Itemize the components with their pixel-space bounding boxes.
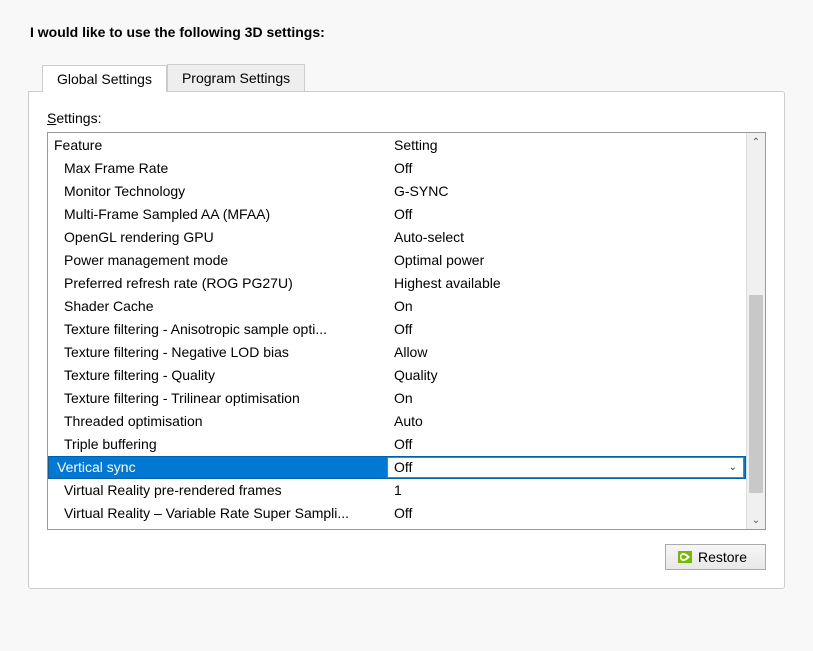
setting-cell: Auto (394, 410, 746, 433)
setting-cell: Allow (394, 341, 746, 364)
setting-row[interactable]: Shader CacheOn (48, 295, 746, 318)
tab-global-settings[interactable]: Global Settings (42, 65, 167, 92)
column-header-feature: Feature (54, 133, 394, 157)
feature-cell: OpenGL rendering GPU (54, 226, 394, 249)
setting-row[interactable]: Multi-Frame Sampled AA (MFAA)Off (48, 203, 746, 226)
setting-row[interactable]: Texture filtering - Anisotropic sample o… (48, 318, 746, 341)
feature-cell: Texture filtering - Trilinear optimisati… (54, 387, 394, 410)
feature-cell: Threaded optimisation (54, 410, 394, 433)
feature-cell: Texture filtering - Quality (54, 364, 394, 387)
column-headers: Feature Setting (48, 133, 746, 157)
setting-row[interactable]: OpenGL rendering GPUAuto-select (48, 226, 746, 249)
setting-cell: Off (394, 157, 746, 180)
settings-label: Settings: (47, 110, 766, 126)
feature-cell: Triple buffering (54, 433, 394, 456)
button-bar: Restore (47, 544, 766, 570)
feature-cell: Virtual Reality pre-rendered frames (54, 479, 394, 502)
feature-cell: Power management mode (54, 249, 394, 272)
nvidia-icon (678, 551, 692, 563)
page-title: I would like to use the following 3D set… (30, 24, 785, 40)
scroll-track[interactable] (747, 151, 765, 511)
scroll-down-button[interactable]: ⌄ (747, 511, 765, 529)
tab-label: Global Settings (57, 71, 152, 87)
setting-value: Allow (394, 344, 427, 360)
setting-row[interactable]: Monitor TechnologyG-SYNC (48, 180, 746, 203)
feature-cell: Multi-Frame Sampled AA (MFAA) (54, 203, 394, 226)
setting-value: Off (394, 458, 412, 477)
setting-value: On (394, 390, 413, 406)
setting-row[interactable]: Virtual Reality pre-rendered frames1 (48, 479, 746, 502)
setting-value: G-SYNC (394, 183, 448, 199)
setting-cell: 1 (394, 479, 746, 502)
restore-button[interactable]: Restore (665, 544, 766, 570)
setting-cell: On (394, 295, 746, 318)
setting-row[interactable]: Texture filtering - Negative LOD biasAll… (48, 341, 746, 364)
setting-value: Optimal power (394, 252, 484, 268)
column-header-setting: Setting (394, 133, 746, 157)
feature-cell: Max Frame Rate (54, 157, 394, 180)
chevron-up-icon: ⌃ (752, 137, 760, 148)
tab-program-settings[interactable]: Program Settings (167, 64, 305, 91)
restore-button-label: Restore (698, 549, 747, 565)
feature-cell: Virtual Reality – Variable Rate Super Sa… (54, 502, 394, 525)
setting-cell: Off (394, 203, 746, 226)
setting-cell: G-SYNC (394, 180, 746, 203)
setting-row[interactable]: Max Frame RateOff (48, 157, 746, 180)
setting-cell: Auto-select (394, 226, 746, 249)
setting-value: Off (394, 505, 412, 521)
settings-rows: Feature Setting Max Frame RateOffMonitor… (48, 133, 746, 525)
settings-grid-viewport: Feature Setting Max Frame RateOffMonitor… (48, 133, 746, 529)
scroll-up-button[interactable]: ⌃ (747, 133, 765, 151)
tab-label: Program Settings (182, 70, 290, 86)
feature-cell: Vertical sync (53, 456, 393, 479)
setting-cell: On (394, 387, 746, 410)
feature-cell: Shader Cache (54, 295, 394, 318)
settings-panel: I would like to use the following 3D set… (0, 0, 813, 651)
scroll-thumb[interactable] (749, 295, 763, 493)
setting-row[interactable]: Preferred refresh rate (ROG PG27U)Highes… (48, 272, 746, 295)
setting-cell: Highest available (394, 272, 746, 295)
setting-value: Off (394, 436, 412, 452)
setting-value: Auto-select (394, 229, 464, 245)
setting-value: Highest available (394, 275, 501, 291)
feature-cell: Preferred refresh rate (ROG PG27U) (54, 272, 394, 295)
feature-cell: Monitor Technology (54, 180, 394, 203)
setting-cell: Off (394, 318, 746, 341)
setting-value: On (394, 298, 413, 314)
setting-value: Quality (394, 367, 438, 383)
setting-row[interactable]: Power management modeOptimal power (48, 249, 746, 272)
setting-value: Auto (394, 413, 423, 429)
feature-cell: Texture filtering - Anisotropic sample o… (54, 318, 394, 341)
setting-row[interactable]: Threaded optimisationAuto (48, 410, 746, 433)
setting-row[interactable]: Texture filtering - QualityQuality (48, 364, 746, 387)
chevron-down-icon: ⌄ (752, 515, 760, 526)
chevron-down-icon: ⌄ (729, 458, 737, 477)
setting-row[interactable]: Vertical syncOff ⌄ (48, 456, 746, 479)
tab-panel: Settings: Feature Setting Max Frame Rate… (28, 91, 785, 589)
setting-value: Off (394, 206, 412, 222)
setting-value: 1 (394, 482, 402, 498)
setting-cell: Off (394, 502, 746, 525)
setting-value: Off (394, 321, 412, 337)
setting-cell: Optimal power (394, 249, 746, 272)
setting-cell: Quality (394, 364, 746, 387)
feature-cell: Texture filtering - Negative LOD bias (54, 341, 394, 364)
setting-row[interactable]: Virtual Reality – Variable Rate Super Sa… (48, 502, 746, 525)
setting-cell: Off (394, 433, 746, 456)
tab-bar: Global Settings Program Settings (42, 64, 785, 91)
setting-value: Off (394, 160, 412, 176)
setting-row[interactable]: Triple bufferingOff (48, 433, 746, 456)
vertical-scrollbar[interactable]: ⌃ ⌄ (746, 133, 765, 529)
settings-grid: Feature Setting Max Frame RateOffMonitor… (47, 132, 766, 530)
setting-dropdown[interactable]: Off ⌄ (387, 457, 744, 478)
setting-row[interactable]: Texture filtering - Trilinear optimisati… (48, 387, 746, 410)
